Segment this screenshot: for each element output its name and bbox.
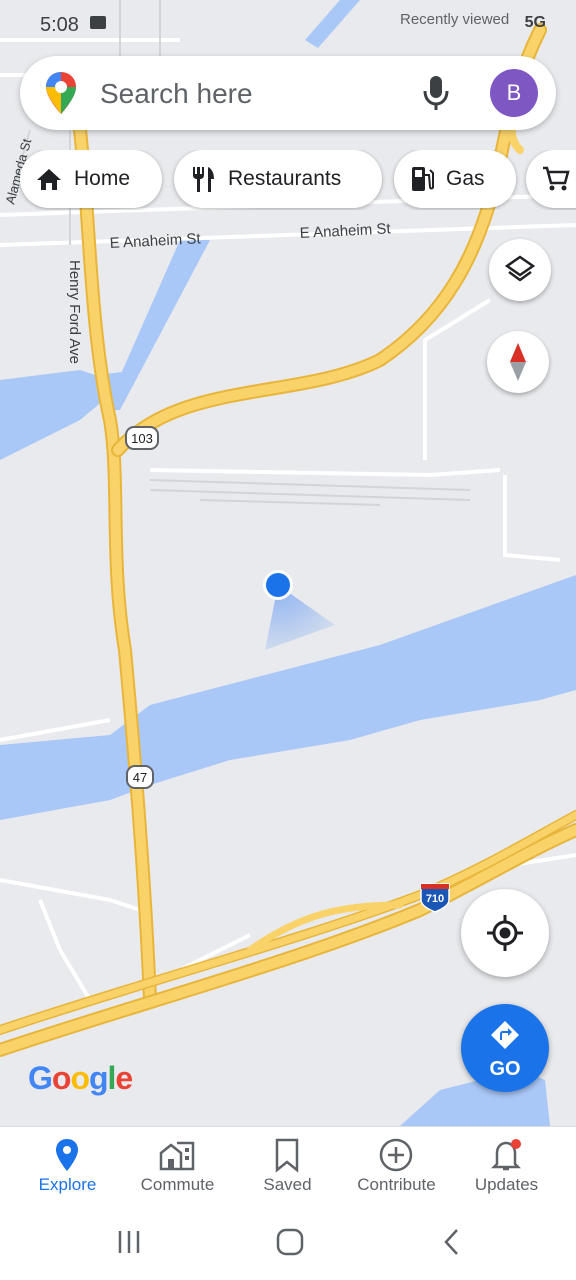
tab-label: Commute (140, 1175, 215, 1194)
tab-commute[interactable]: Commute (120, 1127, 235, 1211)
avatar[interactable]: B (490, 69, 538, 117)
svg-text:710: 710 (426, 893, 444, 905)
crosshair-icon (487, 915, 523, 951)
chip-restaurants[interactable]: Restaurants (174, 150, 382, 208)
explore-pin-icon (56, 1139, 78, 1171)
compass-button[interactable] (487, 331, 549, 393)
fork-knife-icon (193, 167, 214, 192)
street-label-henry-ford: Henry Ford Ave (66, 260, 83, 364)
directions-icon (491, 1021, 519, 1049)
recently-viewed-label: Recently viewed (400, 11, 510, 28)
compass-icon (510, 343, 526, 381)
notification-dot (511, 1139, 521, 1149)
recent-apps-icon[interactable] (116, 1229, 142, 1255)
route-shield-103: 103 (125, 426, 159, 450)
chip-shopping[interactable] (526, 150, 576, 208)
chip-home[interactable]: Home (20, 150, 162, 208)
back-icon[interactable] (442, 1228, 462, 1256)
bookmark-icon (275, 1138, 299, 1173)
gas-pump-icon (412, 167, 434, 191)
microphone-icon[interactable] (420, 74, 452, 117)
chip-gas[interactable]: Gas (394, 150, 516, 208)
go-label: GO (489, 1058, 521, 1080)
go-button[interactable]: GO (461, 1004, 549, 1092)
chip-label: Home (74, 167, 131, 190)
my-location-button[interactable] (461, 889, 549, 977)
home-button-icon[interactable] (276, 1228, 304, 1256)
tab-explore[interactable]: Explore (10, 1127, 125, 1211)
layers-button[interactable] (489, 239, 551, 301)
tab-label: Contribute (357, 1175, 436, 1194)
commute-icon (159, 1141, 195, 1171)
tab-updates[interactable]: Updates (449, 1127, 564, 1211)
chip-label: Restaurants (228, 167, 342, 190)
tab-label: Explore (38, 1175, 97, 1194)
tab-label: Updates (474, 1175, 539, 1194)
system-navigation-bar (0, 1210, 576, 1280)
tab-saved[interactable]: Saved (230, 1127, 345, 1211)
svg-text:103: 103 (131, 431, 153, 446)
search-input[interactable]: Search here (100, 78, 253, 110)
add-circle-icon (379, 1138, 413, 1172)
svg-text:47: 47 (133, 770, 147, 785)
network-indicator: 5G (524, 14, 546, 31)
search-bar[interactable]: Search here B (20, 56, 556, 130)
home-icon (37, 169, 61, 190)
shopping-cart-icon (543, 166, 570, 191)
route-shield-47: 47 (126, 765, 154, 789)
message-icon (90, 16, 106, 29)
chip-label: Gas (446, 167, 485, 190)
layers-icon (504, 255, 536, 282)
tab-contribute[interactable]: Contribute (339, 1127, 454, 1211)
bottom-navigation: Explore Commute Saved Contribute Updates (0, 1126, 576, 1211)
bell-icon (490, 1139, 522, 1171)
maps-logo-icon (46, 72, 76, 119)
tab-label: Saved (263, 1175, 312, 1194)
category-chips: Home Restaurants Gas (0, 150, 576, 210)
google-logo: Google (28, 1060, 133, 1096)
status-time: 5:08 (40, 14, 79, 36)
